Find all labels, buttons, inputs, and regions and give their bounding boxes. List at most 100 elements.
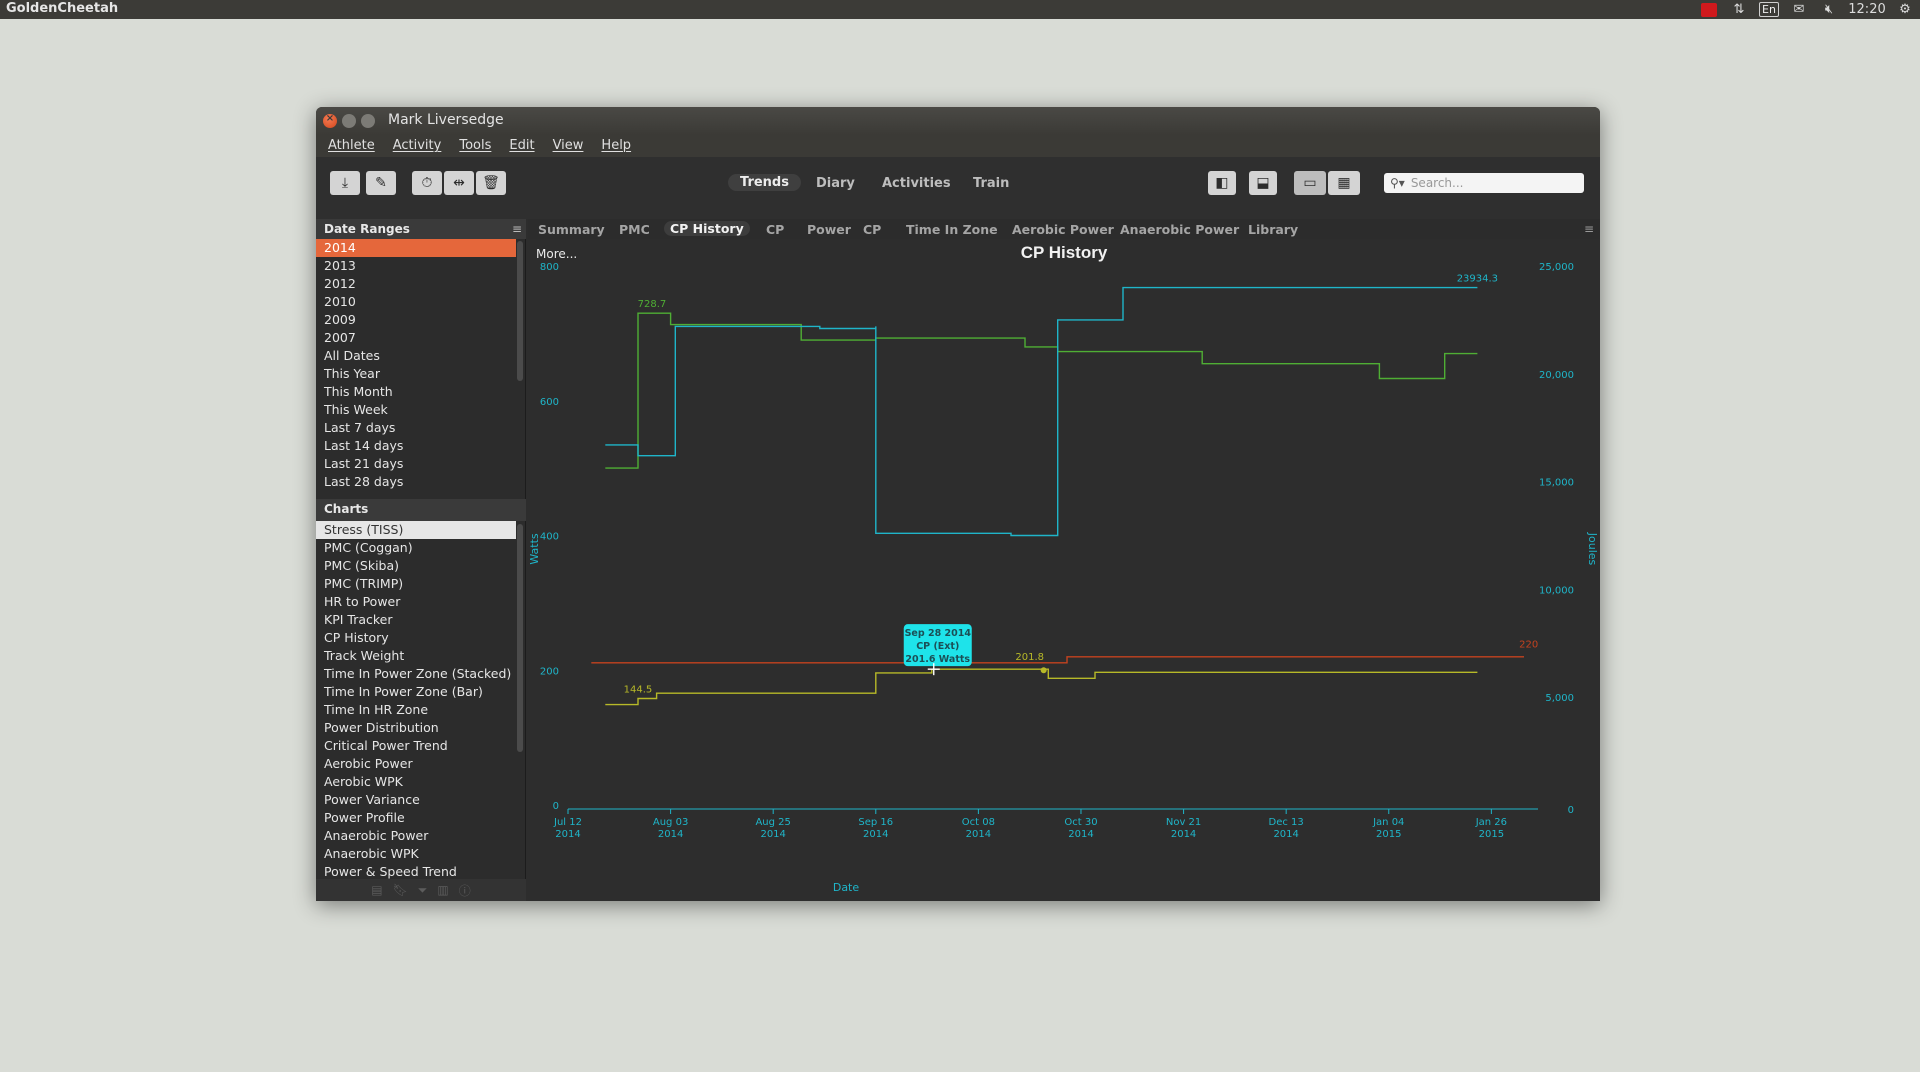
- view-tab-trends[interactable]: Trends: [728, 174, 801, 191]
- series-line-cp_ref[interactable]: [591, 656, 1524, 664]
- x-tick-label-year: 2014: [966, 829, 991, 840]
- download-button[interactable]: ⤓: [330, 171, 360, 195]
- date-range-item[interactable]: Last 14 days: [316, 437, 516, 455]
- calendar-icon[interactable]: ▤: [371, 883, 382, 897]
- chart-title: CP History: [1021, 243, 1108, 262]
- chart-tab-power[interactable]: Power: [807, 222, 851, 237]
- chart-tab-library[interactable]: Library: [1248, 222, 1298, 237]
- notification-indicator-icon[interactable]: [1694, 0, 1724, 19]
- chart-list-item[interactable]: Track Weight: [316, 647, 516, 665]
- series-line-cp[interactable]: [605, 668, 1478, 706]
- series-line-pmax[interactable]: [605, 312, 1478, 469]
- toggle-bottom-panel-button[interactable]: ⬓: [1249, 171, 1277, 195]
- date-ranges-scrollbar[interactable]: [517, 241, 523, 381]
- x-tick-label-year: 2014: [1068, 829, 1093, 840]
- date-range-item[interactable]: Last 21 days: [316, 455, 516, 473]
- date-range-item[interactable]: 2007: [316, 329, 516, 347]
- mail-icon[interactable]: ✉: [1784, 0, 1814, 19]
- app-window: × Mark Liversedge Athlete Activity Tools…: [316, 107, 1600, 901]
- chart-list-item[interactable]: Power Variance: [316, 791, 516, 809]
- date-range-item[interactable]: Last 7 days: [316, 419, 516, 437]
- network-icon[interactable]: ⇅: [1724, 0, 1754, 19]
- view-tab-diary[interactable]: Diary: [816, 176, 855, 191]
- chart-list-item[interactable]: CP History: [316, 629, 516, 647]
- data-label-wprime: 23934.3: [1457, 274, 1498, 285]
- date-range-item[interactable]: 2012: [316, 275, 516, 293]
- chart-list-item[interactable]: Time In Power Zone (Stacked): [316, 665, 516, 683]
- y-tick-label-right: 5,000: [1545, 693, 1574, 704]
- delete-button[interactable]: 🗑︎: [476, 171, 506, 195]
- chart-list-item[interactable]: Power Profile: [316, 809, 516, 827]
- manual-entry-button[interactable]: ✎: [366, 171, 396, 195]
- menu-tools[interactable]: Tools: [459, 135, 491, 157]
- close-window-button[interactable]: ×: [323, 113, 337, 128]
- stopwatch-button[interactable]: ⏱: [412, 171, 442, 195]
- chart-menu-icon[interactable]: ≡: [1584, 222, 1594, 236]
- chart-svg[interactable]: CP History Date Watts Joules Jul 122014A…: [528, 239, 1600, 901]
- chart-list-item[interactable]: PMC (TRIMP): [316, 575, 516, 593]
- chart-tab-cp[interactable]: CP: [766, 222, 784, 237]
- volume-muted-icon[interactable]: 🔇︎: [1814, 0, 1844, 19]
- chart-list-item[interactable]: KPI Tracker: [316, 611, 516, 629]
- chart-list-item[interactable]: Aerobic WPK: [316, 773, 516, 791]
- date-range-item[interactable]: 2009: [316, 311, 516, 329]
- bookmark-icon[interactable]: 🔖︎: [393, 883, 408, 897]
- chart-tab-aerobic-power[interactable]: Aerobic Power: [1012, 222, 1114, 237]
- chart-list-item[interactable]: PMC (Coggan): [316, 539, 516, 557]
- date-range-item[interactable]: 2014: [316, 239, 516, 257]
- maximize-window-button[interactable]: [361, 114, 375, 128]
- split-icon: ⇹: [453, 175, 465, 191]
- gear-icon[interactable]: ⚙: [1890, 0, 1920, 19]
- minimize-window-button[interactable]: [342, 114, 356, 128]
- date-range-item[interactable]: Last 28 days: [316, 473, 516, 491]
- clock[interactable]: 12:20: [1844, 0, 1890, 19]
- menu-help[interactable]: Help: [601, 135, 631, 157]
- y-tick-label-right: 10,000: [1539, 585, 1574, 596]
- split-button[interactable]: ⇹: [444, 171, 474, 195]
- menu-view[interactable]: View: [553, 135, 584, 157]
- date-range-item[interactable]: This Week: [316, 401, 516, 419]
- chart-tab-summary[interactable]: Summary: [538, 222, 605, 237]
- tiled-view-button[interactable]: ▦: [1328, 171, 1360, 195]
- chart-list-item[interactable]: HR to Power: [316, 593, 516, 611]
- window-titlebar: × Mark Liversedge: [316, 107, 1600, 135]
- menu-icon[interactable]: ≡: [512, 222, 522, 236]
- view-tab-train[interactable]: Train: [973, 176, 1009, 191]
- chart-tab-anaerobic-power[interactable]: Anaerobic Power: [1120, 222, 1239, 237]
- search-input[interactable]: ⚲▾ Search...: [1384, 173, 1584, 193]
- menu-edit[interactable]: Edit: [509, 135, 534, 157]
- chart-list-item[interactable]: Time In HR Zone: [316, 701, 516, 719]
- chart-list-item[interactable]: Critical Power Trend: [316, 737, 516, 755]
- sidebar-footer: ▤ 🔖︎ ⏷ ▥ ⓘ: [316, 879, 526, 901]
- toggle-sidebar-button[interactable]: ◧: [1208, 171, 1236, 195]
- x-tick-label: Jan 26: [1475, 817, 1507, 828]
- chart-tab-pmc[interactable]: PMC: [619, 222, 650, 237]
- date-range-item[interactable]: This Month: [316, 383, 516, 401]
- chart-tab-time-in-zone[interactable]: Time In Zone: [906, 222, 998, 237]
- date-range-item[interactable]: This Year: [316, 365, 516, 383]
- chart-list-item[interactable]: Power Distribution: [316, 719, 516, 737]
- keyboard-layout-indicator[interactable]: En: [1754, 0, 1784, 19]
- chart-tab-cp-history[interactable]: CP History: [664, 221, 750, 236]
- chart-tab-cp-2[interactable]: CP: [863, 222, 881, 237]
- info-icon[interactable]: ⓘ: [459, 882, 471, 899]
- date-range-item[interactable]: 2013: [316, 257, 516, 275]
- chart-list-item[interactable]: Anaerobic WPK: [316, 845, 516, 863]
- chart-list-item[interactable]: Aerobic Power: [316, 755, 516, 773]
- data-point-marker[interactable]: [1040, 667, 1047, 674]
- chart-list-item[interactable]: Stress (TISS): [316, 521, 516, 539]
- tabbed-view-button[interactable]: ▭: [1294, 171, 1326, 195]
- chart-list-item[interactable]: Power & Speed Trend: [316, 863, 516, 879]
- chart-list-item[interactable]: PMC (Skiba): [316, 557, 516, 575]
- date-range-item[interactable]: All Dates: [316, 347, 516, 365]
- menu-activity[interactable]: Activity: [393, 135, 442, 157]
- filter-icon[interactable]: ⏷: [418, 883, 428, 898]
- view-tab-activities[interactable]: Activities: [882, 176, 951, 191]
- menu-athlete[interactable]: Athlete: [328, 135, 375, 157]
- date-range-item[interactable]: 2010: [316, 293, 516, 311]
- chart-icon[interactable]: ▥: [437, 883, 448, 897]
- charts-scrollbar[interactable]: [517, 524, 523, 752]
- chart-list-item[interactable]: Anaerobic Power: [316, 827, 516, 845]
- system-tray: ⇅ En ✉ 🔇︎ 12:20 ⚙: [1694, 0, 1920, 19]
- chart-list-item[interactable]: Time In Power Zone (Bar): [316, 683, 516, 701]
